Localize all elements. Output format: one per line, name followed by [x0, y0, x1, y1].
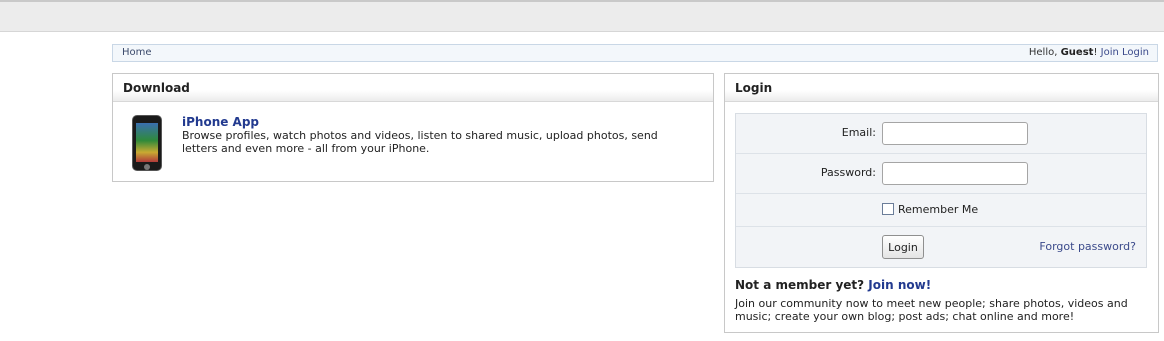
- greeting-exclaim: !: [1093, 47, 1098, 58]
- not-member-heading: Not a member yet? Join now!: [735, 278, 931, 292]
- login-panel: Login Email: Password: Remember Me Login…: [724, 73, 1159, 333]
- remember-me-checkbox[interactable]: [882, 203, 894, 215]
- iphone-app-link[interactable]: iPhone App: [182, 115, 259, 129]
- password-field[interactable]: [882, 162, 1028, 185]
- submit-row: Login Forgot password?: [736, 227, 1146, 267]
- iphone-icon: [132, 115, 162, 171]
- breadcrumb-home-link[interactable]: Home: [122, 47, 152, 58]
- email-field[interactable]: [882, 122, 1028, 145]
- remember-row: Remember Me: [736, 194, 1146, 227]
- breadcrumb: Home Hello, Guest! Join Login: [112, 44, 1158, 62]
- join-now-link[interactable]: Join now!: [868, 278, 931, 292]
- download-panel: Download iPhone App Browse profiles, wat…: [112, 73, 714, 182]
- header-join-link[interactable]: Join: [1101, 47, 1119, 58]
- join-description: Join our community now to meet new peopl…: [735, 297, 1128, 323]
- remember-me-label[interactable]: Remember Me: [898, 203, 978, 216]
- iphone-home-button: [144, 164, 150, 170]
- greeting-text: Hello,: [1028, 47, 1061, 58]
- email-row: Email:: [736, 114, 1146, 154]
- download-panel-title: Download: [113, 74, 713, 102]
- user-greeting: Hello, Guest! Join Login: [1029, 47, 1149, 58]
- top-bar: [0, 0, 1164, 32]
- login-form: Email: Password: Remember Me Login Forgo…: [735, 113, 1147, 268]
- login-panel-title: Login: [725, 74, 1158, 102]
- iphone-screen: [136, 123, 158, 162]
- header-login-link[interactable]: Login: [1122, 47, 1149, 58]
- login-button[interactable]: Login: [882, 235, 924, 259]
- password-row: Password:: [736, 154, 1146, 194]
- forgot-password-link[interactable]: Forgot password?: [1039, 240, 1136, 253]
- email-label: Email:: [841, 126, 876, 139]
- iphone-app-description: Browse profiles, watch photos and videos…: [182, 129, 658, 155]
- not-member-text: Not a member yet?: [735, 278, 865, 292]
- password-label: Password:: [820, 166, 876, 179]
- guest-username: Guest: [1060, 47, 1094, 58]
